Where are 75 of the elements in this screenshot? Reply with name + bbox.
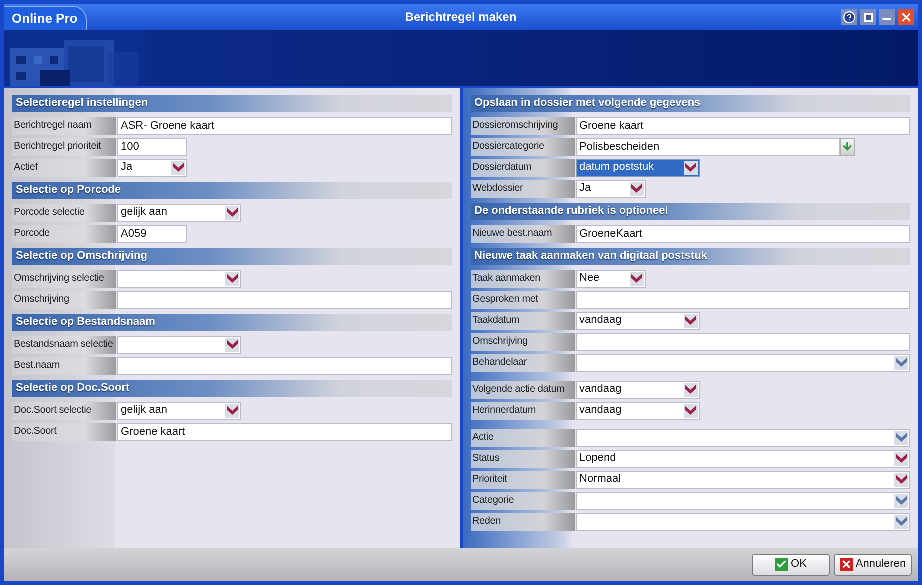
dropdown[interactable]: vandaag — [576, 402, 700, 420]
field-label: Herinnerdatum — [470, 402, 574, 420]
dropdown[interactable]: gelijk aan — [117, 204, 241, 222]
field-label: Omschrijving — [12, 290, 116, 308]
field-label: Dossierdatum — [470, 158, 574, 176]
field-label: Taakdatum — [470, 312, 574, 330]
section-header: Opslaan in dossier met volgende gegevens — [470, 95, 910, 112]
section-header: Selectieregel instellingen — [12, 95, 452, 112]
minimize-icon[interactable] — [879, 9, 895, 25]
dialog-button[interactable]: Annuleren — [834, 554, 912, 576]
field-label: Categorie — [470, 492, 574, 510]
dropdown[interactable]: Ja — [576, 180, 646, 198]
window-title: Berichtregel maken — [405, 9, 517, 26]
field-label: Doc.Soort — [12, 422, 116, 440]
dropdown[interactable] — [576, 512, 910, 530]
field-label: Behandelaar — [470, 354, 574, 372]
text-field[interactable]: Groene kaart — [117, 422, 452, 440]
field-label: Berichtregel naam — [12, 116, 116, 134]
close-icon — [840, 558, 853, 571]
field-label: Gesproken met — [470, 290, 574, 308]
text-field[interactable] — [117, 290, 452, 308]
help-icon[interactable] — [841, 9, 857, 25]
dropdown[interactable] — [117, 336, 241, 354]
text-field[interactable]: GroeneKaart — [576, 224, 910, 242]
text-field[interactable]: Groene kaart — [576, 116, 910, 134]
field-label: Omschrijving — [470, 332, 574, 350]
section-header: Selectie op Bestandsnaam — [12, 314, 452, 331]
check-icon — [775, 558, 788, 571]
field-label: Omschrijving selectie — [12, 270, 116, 288]
section-header: De onderstaande rubriek is optioneel — [470, 203, 910, 220]
lookup-button[interactable] — [840, 138, 855, 156]
section-header: Selectie op Doc.Soort — [12, 380, 452, 397]
field-label: Reden — [470, 512, 574, 530]
dropdown[interactable]: gelijk aan — [117, 402, 241, 420]
dropdown[interactable]: datum poststuk — [576, 158, 700, 176]
text-field[interactable]: Polisbescheiden — [576, 138, 840, 156]
dropdown[interactable]: Normaal — [576, 470, 910, 488]
field-label: Berichtregel prioriteit — [12, 138, 116, 156]
dropdown[interactable] — [576, 492, 910, 510]
text-field[interactable] — [117, 356, 452, 374]
field-label: Bestandsnaam selectie — [12, 336, 116, 354]
text-field[interactable]: A059 — [117, 224, 187, 242]
section-header: Nieuwe taak aanmaken van digitaal poststuk — [470, 248, 910, 265]
dropdown[interactable] — [117, 270, 241, 288]
field-label: Webdossier — [470, 180, 574, 198]
dropdown[interactable]: Ja — [117, 158, 187, 176]
field-label: Actief — [12, 158, 116, 176]
field-label: Prioriteit — [470, 470, 574, 488]
section-header: Selectie op Omschrijving — [12, 248, 452, 265]
field-label: Dossieromschrijving — [470, 116, 574, 134]
dropdown[interactable]: vandaag — [576, 312, 700, 330]
dropdown[interactable] — [576, 428, 910, 446]
section-header: Selectie op Porcode — [12, 182, 452, 199]
text-field[interactable]: 100 — [117, 138, 187, 156]
field-label: Best.naam — [12, 356, 116, 374]
field-label: Nieuwe best.naam — [470, 224, 574, 242]
field-label: Status — [470, 450, 574, 468]
arrow-down-icon — [842, 141, 853, 152]
text-field[interactable]: ASR- Groene kaart — [117, 116, 452, 134]
window-icon[interactable] — [860, 9, 876, 25]
dropdown[interactable]: vandaag — [576, 380, 700, 398]
field-label: Volgende actie datum — [470, 380, 574, 398]
field-label: Dossiercategorie — [470, 138, 574, 156]
dropdown[interactable] — [576, 354, 910, 372]
close-icon[interactable] — [898, 9, 914, 25]
field-label: Porcode — [12, 224, 116, 242]
dropdown[interactable]: Nee — [576, 270, 646, 288]
field-label: Doc.Soort selectie — [12, 402, 116, 420]
field-label: Taak aanmaken — [470, 270, 574, 288]
field-label: Porcode selectie — [12, 204, 116, 222]
field-label: Actie — [470, 428, 574, 446]
dropdown[interactable]: Lopend — [576, 450, 910, 468]
dialog-button[interactable]: OK — [752, 554, 830, 576]
text-field[interactable] — [576, 290, 910, 308]
text-field[interactable] — [576, 332, 910, 350]
